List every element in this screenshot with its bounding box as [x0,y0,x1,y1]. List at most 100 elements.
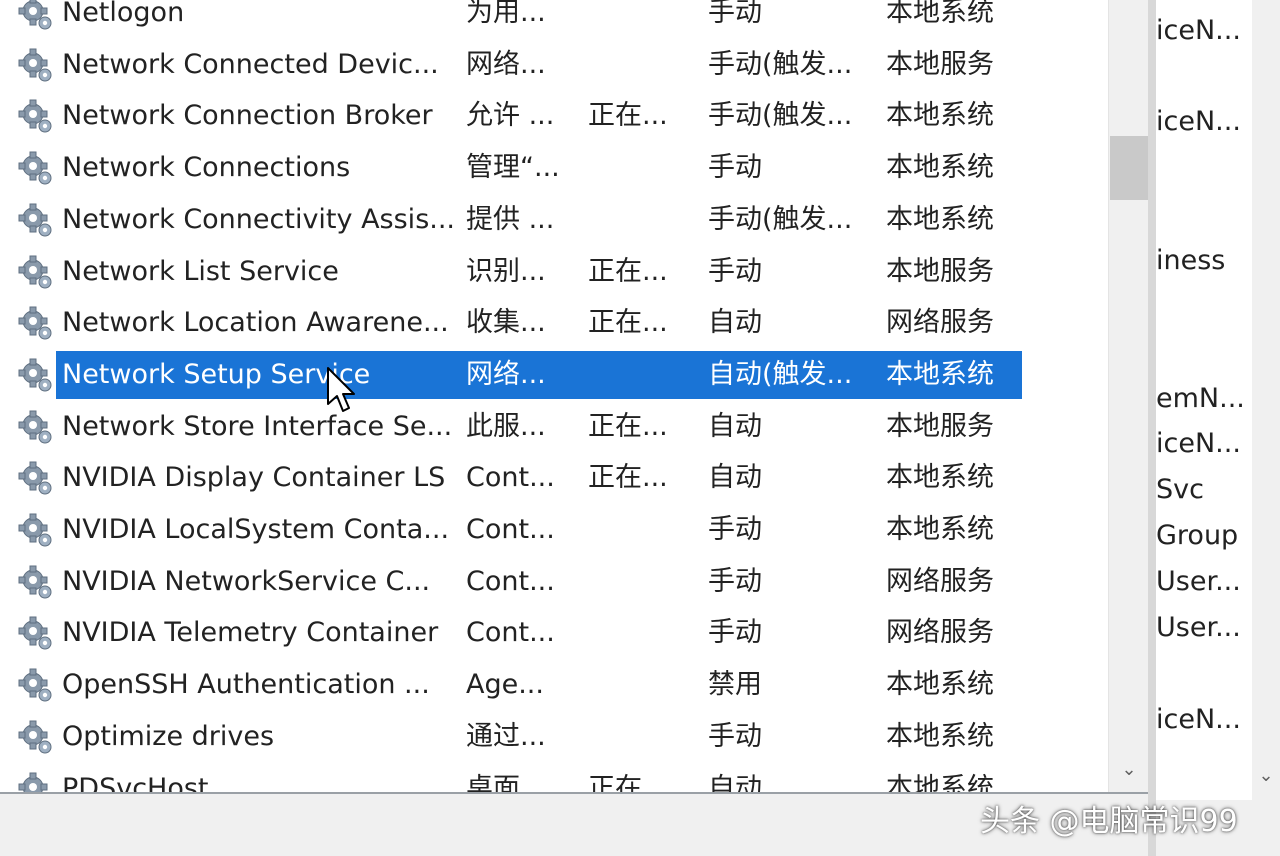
mouse-pointer-icon [327,367,355,412]
service-startup-type: 手动 [708,514,762,545]
service-startup-type: 手动 [708,565,762,597]
service-logon-as: 本地系统 [886,0,994,28]
service-name: OpenSSH Authentication ... [62,669,430,701]
service-status: 正在... [588,307,668,339]
service-description: Age... [466,669,544,701]
service-status [588,660,698,710]
service-logon-as: 本地系统 [886,514,994,545]
services-list: Netlogon 为用... 手动 本地系统 Network Connected Dev… [0,0,1120,792]
service-status [588,712,698,762]
gear-icon [16,306,56,342]
right-panel-text: iceN... [1156,428,1241,459]
gear-icon [16,0,56,32]
gear-icon [16,203,56,239]
service-row[interactable]: Network Connections 管理“... 手动 本地系统 [0,143,1030,193]
service-row[interactable]: NVIDIA Display Container LS Cont... 正在... 自… [0,453,1030,503]
service-startup-type: 手动 [708,255,762,287]
list-scrollbar[interactable]: ⌄ [1108,0,1148,792]
service-status [588,195,698,245]
scroll-thumb[interactable] [1110,136,1148,200]
service-startup-type: 自动(触发... [708,358,853,390]
service-description: Cont... [466,462,555,494]
scroll-down-icon[interactable]: ⌄ [1117,758,1141,782]
gear-icon [16,513,56,549]
service-logon-as: 本地系统 [886,772,994,793]
service-name: Network Connected Devic... [62,48,439,80]
right-panel-text: User... [1156,566,1241,597]
service-startup-type: 手动 [708,720,762,752]
service-status [588,143,698,193]
service-status: 正在... [588,410,668,442]
service-name: NVIDIA LocalSystem Conta... [62,514,450,545]
service-row[interactable]: Network Store Interface Se... 此服... 正在... 自… [0,402,1030,452]
service-logon-as: 本地系统 [886,462,994,494]
service-row[interactable]: PDSvcHost 桌面... 正在... 自动 本地系统 [0,764,1030,793]
service-status [588,608,698,658]
pane-divider[interactable] [1148,0,1156,856]
gear-icon [16,255,56,291]
service-description: 此服... [466,410,546,442]
right-panel-scrollbar[interactable]: ⌄ [1252,0,1280,800]
service-name: Network Connectivity Assis... [62,203,454,235]
service-logon-as: 本地服务 [886,255,994,287]
service-name: Network Store Interface Se... [62,410,453,442]
service-logon-as: 网络服务 [886,617,994,649]
service-row[interactable]: Network Connected Devic... 网络... 手动(触发... 本… [0,40,1030,90]
service-row[interactable]: NVIDIA NetworkService C... Cont... 手动 网络服务 [0,557,1030,607]
service-row[interactable]: Network Location Awarene... 收集... 正在... 自动 网… [0,298,1030,348]
right-panel-text: iness [1156,245,1226,276]
service-startup-type: 手动 [708,617,762,649]
service-description: 为用... [466,0,546,28]
gear-icon [16,99,56,135]
service-row[interactable]: Network Connectivity Assis... 提供 ... 手动(触发… [0,195,1030,245]
service-status: 正在... [588,255,668,287]
service-status [588,350,698,400]
service-row[interactable]: OpenSSH Authentication ... Age... 禁用 本地系统 [0,660,1030,710]
service-description: 网络... [466,358,546,390]
service-description: Cont... [466,617,555,649]
service-description: 提供 ... [466,203,555,235]
service-startup-type: 手动 [708,152,762,184]
service-startup-type: 手动 [708,0,762,28]
service-name: NVIDIA NetworkService C... [62,565,431,597]
service-name: Network Connection Broker [62,100,433,132]
service-status [588,40,698,90]
status-bar [0,792,1148,856]
service-startup-type: 自动 [708,462,762,494]
right-panel-text: Svc [1156,474,1204,505]
service-name: Network Connections [62,152,351,184]
service-status [588,557,698,607]
service-description: 通过... [466,720,546,752]
gear-icon [16,461,56,497]
service-logon-as: 网络服务 [886,307,994,339]
gear-icon [16,565,56,601]
service-description: 允许 ... [466,100,555,132]
right-panel-text: User... [1156,612,1241,643]
gear-icon [16,151,56,187]
service-logon-as: 本地系统 [886,100,994,132]
service-logon-as: 网络服务 [886,565,994,597]
service-row[interactable]: Network Connection Broker 允许 ... 正在... 手动(触… [0,91,1030,141]
service-row[interactable]: NVIDIA Telemetry Container Cont... 手动 网络服务 [0,608,1030,658]
service-status [588,0,698,38]
service-startup-type: 自动 [708,410,762,442]
service-logon-as: 本地系统 [886,203,994,235]
gear-icon [16,668,56,704]
service-name: Optimize drives [62,720,275,752]
service-startup-type: 自动 [708,772,762,793]
scroll-down-icon[interactable]: ⌄ [1254,764,1278,788]
service-logon-as: 本地系统 [886,669,994,701]
service-name: Netlogon [62,0,185,28]
service-name: NVIDIA Display Container LS [62,462,446,494]
service-row[interactable]: Network List Service 识别... 正在... 手动 本地服务 [0,247,1030,297]
service-logon-as: 本地系统 [886,720,994,752]
service-startup-type: 手动(触发... [708,48,853,80]
service-row[interactable]: Network Setup Service 网络... 自动(触发... 本地系统 [0,350,1030,400]
right-panel-text: Group [1156,520,1239,551]
service-logon-as: 本地系统 [886,358,994,390]
service-description: Cont... [466,514,555,545]
service-row[interactable]: Netlogon 为用... 手动 本地系统 [0,0,1030,38]
service-row[interactable]: Optimize drives 通过... 手动 本地系统 [0,712,1030,762]
gear-icon [16,720,56,756]
service-row[interactable]: NVIDIA LocalSystem Conta... Cont... 手动 本地系统 [0,505,1030,555]
